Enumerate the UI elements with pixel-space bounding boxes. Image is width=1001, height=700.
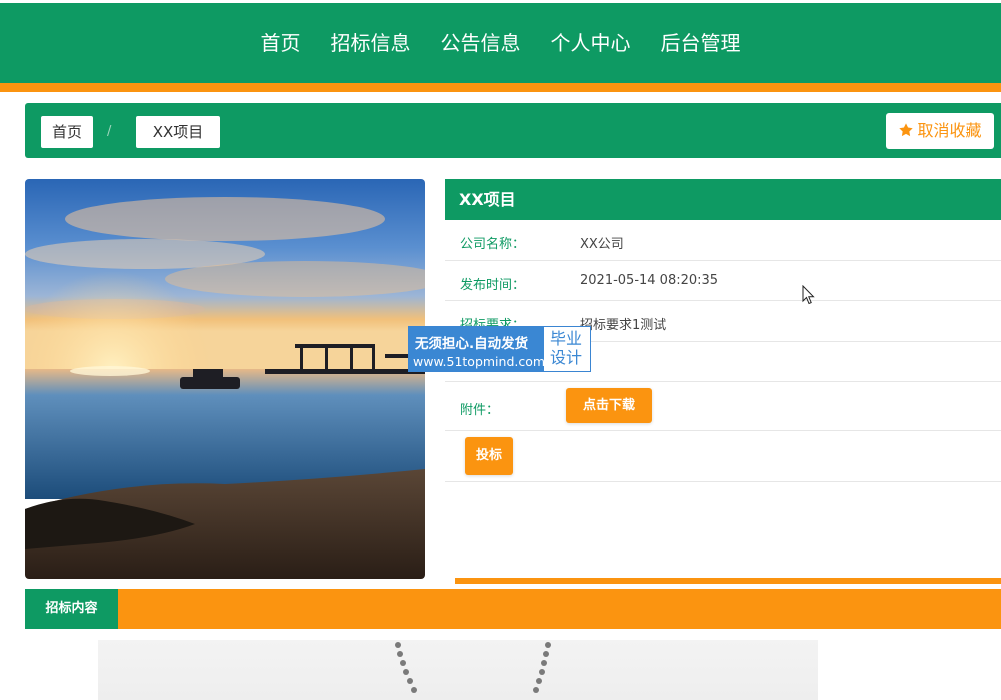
project-image — [25, 179, 425, 579]
nav-item-announcements[interactable]: 公告信息 — [426, 3, 536, 83]
breadcrumb: 首页 / XX项目 取消收藏 — [25, 103, 1001, 158]
field-company: 公司名称： XX公司 — [445, 220, 1001, 261]
download-button[interactable]: 点击下载 — [566, 388, 652, 423]
content-tabs: 招标内容 — [25, 589, 1001, 629]
panel-accent-strip — [455, 578, 1001, 584]
main-nav: 首页 招标信息 公告信息 个人中心 后台管理 — [0, 3, 1001, 83]
watermark-side1: 毕业 — [550, 329, 583, 348]
field-label: 公司名称： — [460, 237, 526, 252]
nav-item-bidding-info[interactable]: 招标信息 — [316, 3, 426, 83]
unfavorite-button[interactable]: 取消收藏 — [886, 113, 994, 149]
nav-item-home[interactable]: 首页 — [246, 3, 316, 83]
watermark-url: www.51topmind.com — [413, 354, 546, 369]
breadcrumb-separator: / — [107, 124, 112, 139]
unfavorite-label: 取消收藏 — [917, 121, 982, 140]
project-title: XX项目 — [445, 179, 1001, 220]
header-accent-strip — [0, 83, 1001, 92]
nav-item-admin[interactable]: 后台管理 — [646, 3, 756, 83]
nav-item-personal-center[interactable]: 个人中心 — [536, 3, 646, 83]
field-value: 2021-05-14 08:20:35 — [580, 273, 719, 288]
content-image — [98, 640, 818, 700]
field-publish-time: 发布时间： 2021-05-14 08:20:35 — [445, 261, 1001, 301]
breadcrumb-current: XX项目 — [136, 116, 220, 148]
bid-row — [445, 431, 1001, 482]
field-attachment: 附件： — [445, 382, 1001, 431]
mouse-cursor-icon — [802, 284, 816, 309]
field-value: XX公司 — [580, 237, 624, 252]
watermark-side2: 设计 — [550, 348, 583, 367]
watermark-right: 毕业 设计 — [550, 329, 590, 367]
star-icon — [898, 115, 914, 151]
field-label: 发布时间： — [460, 278, 526, 293]
top-navigation-bar: 首页 招标信息 公告信息 个人中心 后台管理 — [0, 3, 1001, 83]
watermark-left: 无须担心.自动发货 www.51topmind.com — [409, 327, 546, 371]
field-value: 招标要求1测试 — [580, 318, 667, 333]
tab-bidding-content[interactable]: 招标内容 — [25, 589, 118, 629]
breadcrumb-home[interactable]: 首页 — [41, 116, 93, 148]
field-label: 附件： — [460, 403, 500, 418]
watermark: 无须担心.自动发货 www.51topmind.com 毕业 设计 — [408, 326, 591, 372]
watermark-line1: 无须担心.自动发货 — [415, 336, 529, 352]
bid-button[interactable]: 投标 — [465, 437, 513, 475]
